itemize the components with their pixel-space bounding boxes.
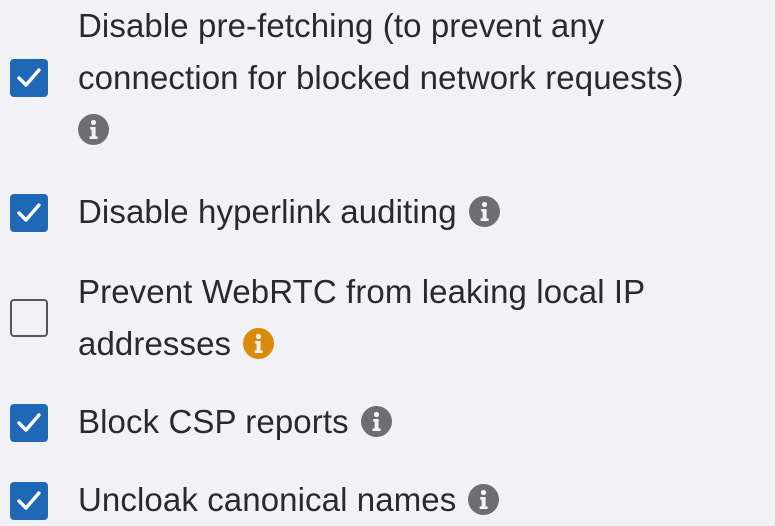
- webrtc-label-line-1: Prevent WebRTC from leaking local IP: [78, 273, 646, 310]
- info-icon[interactable]: [360, 406, 392, 437]
- prefetching-label-line-2: connection for blocked network requests): [78, 59, 684, 96]
- webrtc-checkbox[interactable]: [10, 299, 48, 337]
- csp-reports-label: Block CSP reports: [78, 396, 392, 448]
- webrtc-label-line-2: addresses: [78, 318, 275, 370]
- hyperlink-auditing-label: Disable hyperlink auditing: [78, 186, 500, 238]
- info-icon[interactable]: [243, 328, 275, 359]
- prefetching-checkbox[interactable]: [10, 59, 48, 97]
- info-icon[interactable]: [468, 484, 500, 515]
- canonical-names-label: Uncloak canonical names: [78, 474, 500, 526]
- checkmark-icon: [17, 203, 41, 222]
- canonical-names-checkbox[interactable]: [10, 482, 48, 520]
- info-icon[interactable]: [468, 196, 500, 227]
- prefetching-label-line-1: Disable pre-fetching (to prevent any: [78, 7, 605, 44]
- checkmark-icon: [17, 491, 41, 510]
- checkmark-icon: [17, 68, 41, 87]
- csp-reports-checkbox[interactable]: [10, 404, 48, 442]
- hyperlink-auditing-checkbox[interactable]: [10, 194, 48, 232]
- info-icon[interactable]: [78, 114, 109, 145]
- checkmark-icon: [17, 413, 41, 432]
- privacy-settings-list: Disable pre-fetching (to prevent any con…: [0, 0, 775, 521]
- prefetching-info-line: [78, 104, 109, 156]
